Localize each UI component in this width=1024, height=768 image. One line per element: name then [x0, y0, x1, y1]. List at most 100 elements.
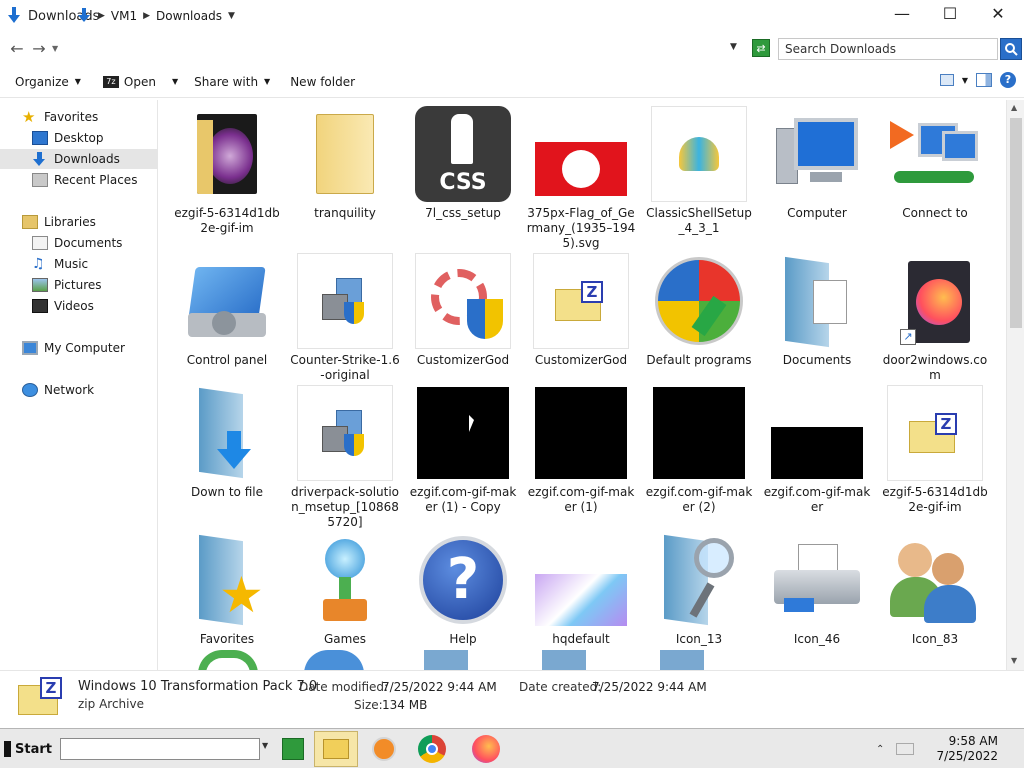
- start-button[interactable]: Start: [2, 733, 52, 765]
- open-button[interactable]: 7z Open: [95, 70, 164, 94]
- file-item[interactable]: ezgif.com-gif-maker: [762, 385, 872, 515]
- favorites-folder-icon: ★: [179, 532, 275, 628]
- flag-image-icon: [533, 106, 629, 202]
- minimize-button[interactable]: —: [878, 0, 926, 26]
- back-button[interactable]: ←: [6, 37, 28, 59]
- breadcrumb-downloads[interactable]: Downloads: [156, 9, 222, 23]
- file-label: Help: [449, 632, 477, 646]
- scroll-down-button[interactable]: ▼: [1011, 656, 1017, 665]
- forward-button[interactable]: →: [28, 37, 50, 59]
- file-item[interactable]: tranquility: [290, 106, 400, 221]
- sidebar-item-recent-places[interactable]: Recent Places: [0, 170, 158, 190]
- sidebar-item-network[interactable]: Network: [0, 380, 158, 400]
- sidebar-item-music[interactable]: ♫ Music: [0, 254, 158, 274]
- file-item[interactable]: driverpack-solution_msetup_[108685720]: [290, 385, 400, 530]
- address-box[interactable]: ▶ VM1 ▶ Downloads ▼: [72, 4, 772, 28]
- address-toolbar-input[interactable]: [60, 738, 260, 760]
- file-item[interactable]: ezgif.com-gif-maker (1): [526, 385, 636, 515]
- sidebar-item-favorites[interactable]: ★ Favorites: [0, 107, 158, 127]
- organize-button[interactable]: Organize ▼: [7, 70, 89, 94]
- file-item[interactable]: CSS 7l_css_setup: [408, 106, 518, 221]
- address-toolbar-dropdown[interactable]: ▼: [262, 741, 268, 750]
- recent-locations-button[interactable]: ▼: [52, 44, 58, 53]
- file-item[interactable]: Z CustomizerGod: [526, 253, 636, 368]
- sidebar-item-downloads[interactable]: Downloads: [0, 149, 158, 169]
- sidebar-item-documents[interactable]: Documents: [0, 233, 158, 253]
- file-label: Favorites: [199, 632, 255, 646]
- file-item[interactable]: Icon_13: [644, 532, 754, 647]
- refresh-button[interactable]: ⇄: [752, 39, 770, 57]
- file-item[interactable]: ezgif-5-6314d1db2e-gif-im: [172, 106, 282, 236]
- taskbar: Start ▼ ⌃ 9:58 AM 7/25/2022: [0, 728, 1024, 768]
- sidebar-item-desktop[interactable]: Desktop: [0, 128, 158, 148]
- network-tray-icon[interactable]: [896, 743, 915, 755]
- vertical-scrollbar[interactable]: ▲ ▼: [1006, 100, 1024, 670]
- file-item[interactable]: Icon_46: [762, 532, 872, 647]
- file-item[interactable]: Computer: [762, 106, 872, 221]
- sidebar-item-pictures[interactable]: Pictures: [0, 275, 158, 295]
- file-item[interactable]: Games: [290, 532, 400, 647]
- clock[interactable]: 9:58 AM 7/25/2022: [932, 734, 998, 764]
- partial-item-icon[interactable]: [660, 650, 704, 670]
- scroll-up-button[interactable]: ▲: [1011, 103, 1017, 112]
- file-item[interactable]: CustomizerGod: [408, 253, 518, 368]
- file-item[interactable]: 375px-Flag_of_Germany_(1935–1945).svg: [526, 106, 636, 251]
- taskbar-explorer-button[interactable]: [314, 731, 358, 767]
- file-label: 7l_css_setup: [425, 206, 501, 220]
- shell-icon: [651, 106, 747, 202]
- sidebar-label: Videos: [54, 299, 94, 313]
- share-with-label: Share with: [194, 74, 259, 89]
- preview-pane-icon[interactable]: [976, 73, 992, 87]
- address-dropdown[interactable]: ▼: [730, 42, 737, 52]
- view-options-icon[interactable]: [939, 74, 954, 86]
- file-item[interactable]: ezgif.com-gif-maker (1) - Copy: [408, 385, 518, 515]
- breadcrumb-separator[interactable]: ▼: [228, 11, 235, 21]
- file-item[interactable]: Down to file: [172, 385, 282, 500]
- file-item[interactable]: Documents: [762, 253, 872, 368]
- file-item[interactable]: Z ezgif-5-6314d1db2e-gif-im: [880, 385, 990, 515]
- file-item[interactable]: Connect to: [880, 106, 990, 221]
- address-toolbar-go-button[interactable]: [282, 738, 304, 760]
- file-item[interactable]: ↗ door2windows.com: [880, 253, 990, 383]
- new-folder-button[interactable]: New folder: [282, 70, 363, 94]
- taskbar-chrome-button[interactable]: [410, 731, 454, 767]
- taskbar-firefox-button[interactable]: [464, 731, 508, 767]
- maximize-button[interactable]: ☐: [926, 0, 974, 26]
- recent-places-icon: [32, 173, 48, 187]
- show-hidden-icons-button[interactable]: ⌃: [876, 744, 884, 755]
- file-item[interactable]: Default programs: [644, 253, 754, 368]
- sidebar-item-videos[interactable]: Videos: [0, 296, 158, 316]
- users-icon: [887, 532, 983, 628]
- file-item[interactable]: ezgif.com-gif-maker (2): [644, 385, 754, 515]
- breadcrumb-vm1[interactable]: VM1: [111, 9, 137, 23]
- partial-item-icon[interactable]: [198, 650, 258, 670]
- file-item[interactable]: Control panel: [172, 253, 282, 368]
- help-icon[interactable]: ?: [1000, 72, 1016, 88]
- scroll-thumb[interactable]: [1010, 118, 1022, 328]
- partial-item-icon[interactable]: [424, 650, 468, 670]
- view-dropdown-button[interactable]: ▼: [962, 76, 968, 85]
- file-item[interactable]: ★ Favorites: [172, 532, 282, 647]
- open-dropdown-button[interactable]: ▼: [164, 70, 186, 94]
- partial-item-icon[interactable]: [304, 650, 364, 670]
- close-button[interactable]: ✕: [974, 0, 1022, 26]
- details-date-modified-label: Date modified:: [299, 680, 389, 694]
- clock-date: 7/25/2022: [936, 749, 998, 763]
- search-button[interactable]: [1000, 38, 1022, 60]
- sidebar-item-libraries[interactable]: Libraries: [0, 212, 158, 232]
- sidebar-item-my-computer[interactable]: My Computer: [0, 338, 158, 358]
- file-item[interactable]: Counter-Strike-1.6-original: [290, 253, 400, 383]
- file-item[interactable]: hqdefault: [526, 532, 636, 647]
- file-item[interactable]: ? Help: [408, 532, 518, 647]
- share-with-button[interactable]: Share with ▼: [186, 70, 278, 94]
- file-item[interactable]: ClassicShellSetup_4_3_1: [644, 106, 754, 236]
- file-item[interactable]: Icon_83: [880, 532, 990, 647]
- partial-item-icon[interactable]: [542, 650, 586, 670]
- sidebar-label: Downloads: [54, 152, 120, 166]
- taskbar-media-player-button[interactable]: [362, 731, 406, 767]
- breadcrumb-separator[interactable]: ▶: [143, 11, 150, 21]
- breadcrumb-separator[interactable]: ▶: [98, 11, 105, 21]
- pictures-icon: [32, 278, 48, 292]
- computer-icon: [22, 341, 38, 355]
- search-input[interactable]: Search Downloads: [778, 38, 998, 60]
